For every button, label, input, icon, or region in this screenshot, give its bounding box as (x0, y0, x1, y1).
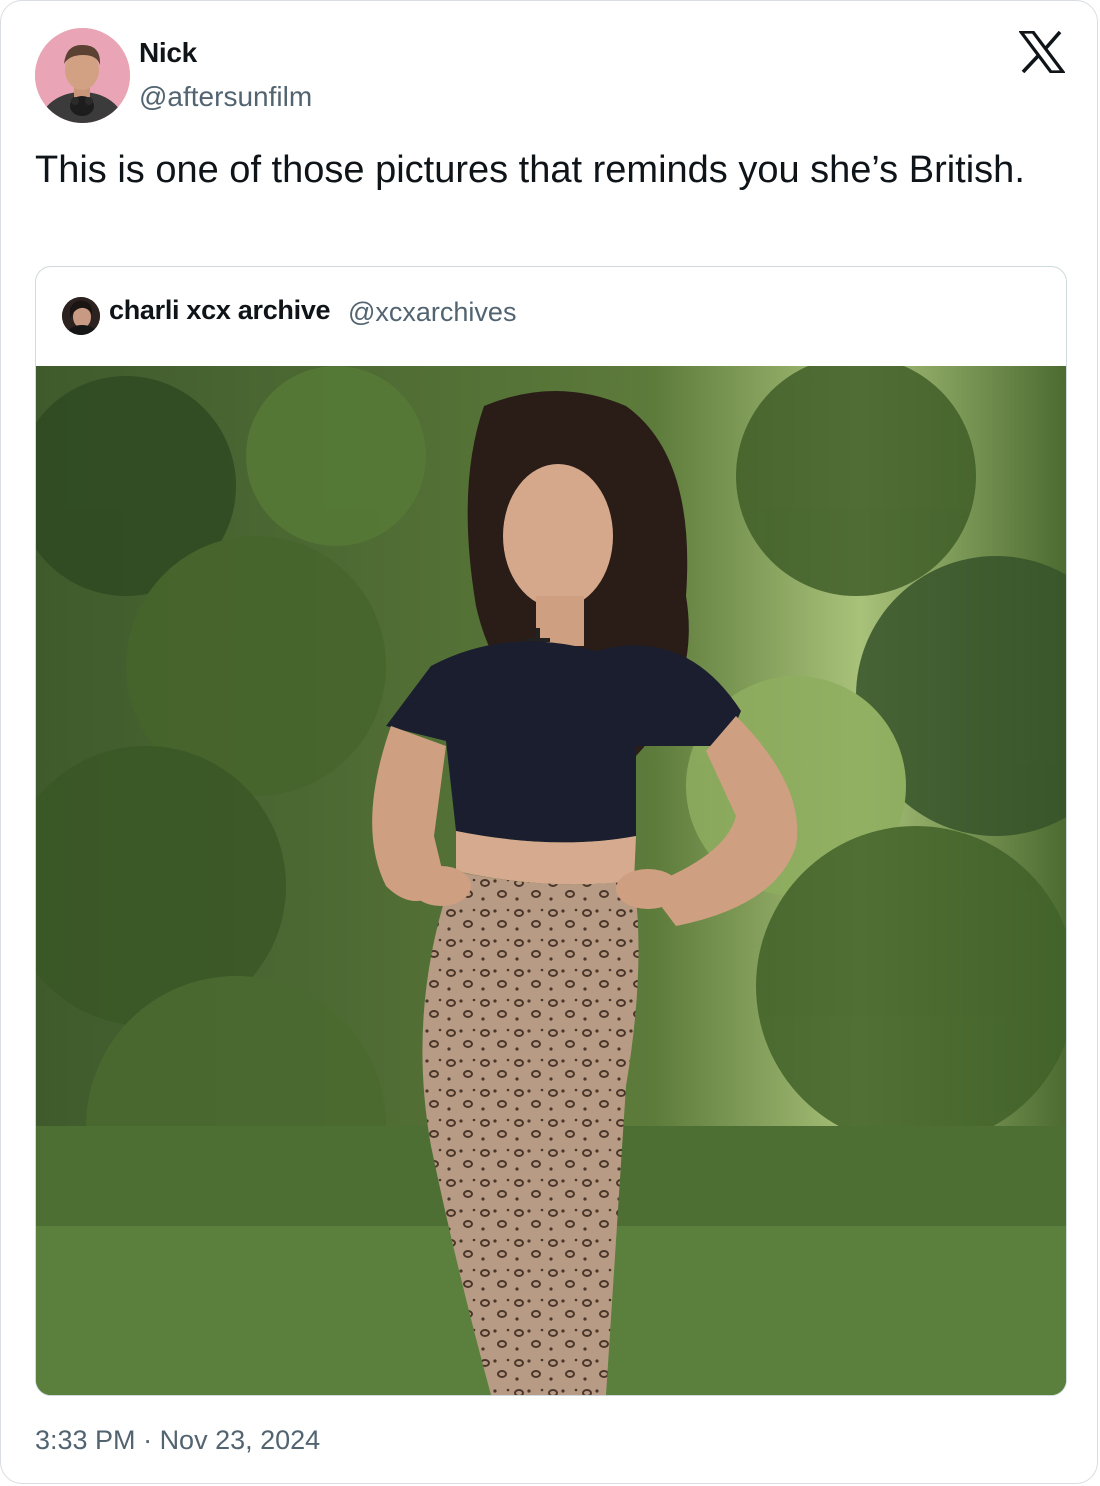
tweet-text: This is one of those pictures that remin… (35, 149, 1025, 191)
tweet-card: Nick @aftersunfilm This is one of those … (0, 0, 1098, 1484)
author-avatar-image (35, 28, 130, 123)
quoted-avatar-image (62, 297, 100, 335)
quoted-photo[interactable] (36, 366, 1066, 1395)
tweet-time: 3:33 PM (35, 1425, 136, 1455)
quoted-avatar[interactable] (62, 297, 100, 335)
author-avatar[interactable] (35, 28, 130, 123)
tweet-timestamp[interactable]: 3:33 PM · Nov 23, 2024 (35, 1425, 320, 1456)
x-logo-icon[interactable] (1017, 30, 1067, 74)
quoted-author-handle[interactable]: @xcxarchives (348, 297, 516, 328)
author-name[interactable]: Nick (139, 37, 197, 69)
author-handle[interactable]: @aftersunfilm (139, 81, 312, 113)
timestamp-separator: · (135, 1425, 160, 1455)
quoted-tweet[interactable]: charli xcx archive @xcxarchives (35, 266, 1067, 1396)
quoted-author-name[interactable]: charli xcx archive (109, 295, 331, 326)
tweet-date: Nov 23, 2024 (159, 1425, 321, 1455)
